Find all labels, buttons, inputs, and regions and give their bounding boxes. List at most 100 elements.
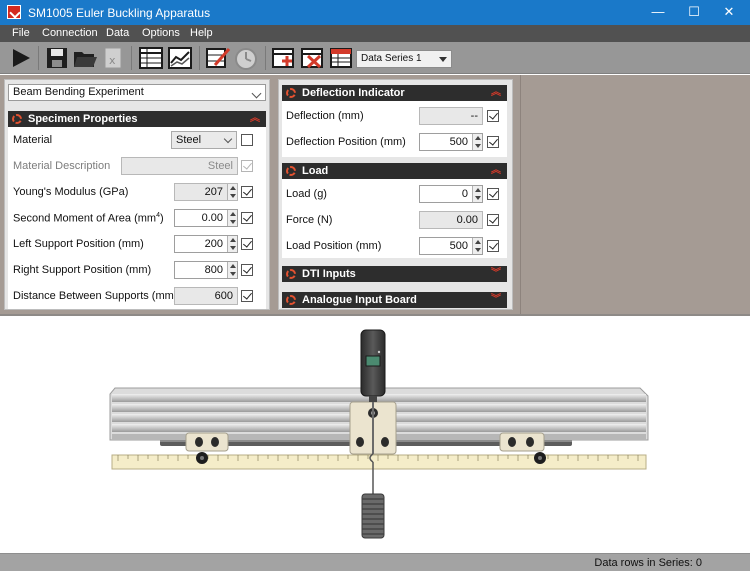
- experiment-value: Beam Bending Experiment: [13, 86, 144, 98]
- load-position-field[interactable]: 500: [419, 237, 483, 255]
- dti-inputs-header[interactable]: DTI Inputs ︾: [282, 266, 507, 282]
- deflection-label: Deflection (mm): [286, 110, 364, 122]
- left-support-checkbox[interactable]: [241, 238, 253, 250]
- youngs-modulus-value: 207: [204, 186, 223, 198]
- material-description-value: Steel: [207, 160, 233, 172]
- spin-buttons[interactable]: [472, 186, 482, 202]
- experiment-select[interactable]: Beam Bending Experiment: [8, 84, 266, 101]
- data-series-select[interactable]: Data Series 1: [356, 50, 452, 68]
- material-select[interactable]: Steel: [171, 131, 237, 149]
- toolbar-separator: [38, 46, 39, 70]
- add-row-icon[interactable]: [271, 45, 297, 71]
- menu-connection[interactable]: Connection: [42, 27, 98, 39]
- collapse-icon[interactable]: ︽: [250, 112, 260, 126]
- load-value: 0: [461, 188, 468, 200]
- title-bar: SM1005 Euler Buckling Apparatus — ☐ ✕: [0, 0, 750, 25]
- toolbar-separator: [199, 46, 200, 70]
- play-icon[interactable]: [8, 45, 34, 71]
- second-moment-checkbox[interactable]: [241, 212, 253, 224]
- main-panel-area: Beam Bending Experiment Specimen Propert…: [0, 75, 750, 314]
- collapse-icon[interactable]: ︽: [491, 164, 501, 178]
- menu-file[interactable]: File: [12, 27, 30, 39]
- chart-icon[interactable]: [167, 45, 193, 71]
- distance-label: Distance Between Supports (mm): [13, 290, 178, 302]
- second-moment-label-close: ): [159, 212, 164, 225]
- spin-buttons[interactable]: [227, 236, 237, 252]
- load-header[interactable]: Load ︽: [282, 163, 507, 179]
- force-field: 0.00: [419, 211, 483, 229]
- center-carriage: [349, 396, 397, 455]
- analogue-input-header[interactable]: Analogue Input Board ︾: [282, 292, 507, 308]
- deflection-value: --: [470, 110, 478, 122]
- export-excel-icon[interactable]: x: [100, 45, 126, 71]
- deflection-position-label: Deflection Position (mm): [286, 136, 406, 148]
- menu-options[interactable]: Options: [142, 27, 180, 39]
- middle-column: Deflection Indicator ︽ Deflection (mm) -…: [278, 79, 513, 310]
- deflection-checkbox[interactable]: [487, 110, 499, 122]
- edit-chart-icon[interactable]: [205, 45, 231, 71]
- deflection-position-value: 500: [449, 136, 468, 148]
- material-value: Steel: [176, 134, 202, 146]
- data-table-icon[interactable]: [328, 45, 354, 71]
- second-moment-value: 0.00: [201, 212, 223, 224]
- material-checkbox[interactable]: [241, 134, 253, 146]
- specimen-properties-header[interactable]: Specimen Properties ︽: [8, 111, 266, 127]
- save-icon[interactable]: [44, 45, 70, 71]
- gear-icon: [286, 295, 296, 305]
- left-support-field[interactable]: 200: [174, 235, 238, 253]
- second-moment-label-text: Second Moment of Area (mm: [13, 212, 157, 225]
- deflection-indicator-header[interactable]: Deflection Indicator ︽: [282, 85, 507, 101]
- distance-value: 600: [214, 290, 233, 302]
- toolbar: x Data Series 1: [0, 42, 750, 74]
- dti-inputs-title: DTI Inputs: [302, 268, 356, 280]
- open-folder-icon[interactable]: [72, 45, 98, 71]
- deflection-indicator-title: Deflection Indicator: [302, 87, 405, 99]
- right-support-field[interactable]: 800: [174, 261, 238, 279]
- force-value: 0.00: [456, 214, 478, 226]
- apparatus-illustration: [109, 329, 649, 539]
- deflection-gauge-icon: [360, 329, 386, 402]
- spin-buttons[interactable]: [472, 134, 482, 150]
- material-description-label: Material Description: [13, 160, 111, 172]
- menu-help[interactable]: Help: [190, 27, 213, 39]
- load-checkbox[interactable]: [487, 188, 499, 200]
- spin-buttons[interactable]: [227, 184, 237, 200]
- app-logo-icon: [7, 5, 21, 19]
- material-label: Material: [13, 134, 53, 146]
- expand-icon[interactable]: ︾: [491, 267, 501, 281]
- spin-buttons[interactable]: [227, 210, 237, 226]
- second-moment-field[interactable]: 0.00: [174, 209, 238, 227]
- spin-buttons[interactable]: [472, 238, 482, 254]
- spin-buttons[interactable]: [227, 262, 237, 278]
- delete-row-icon[interactable]: [300, 45, 326, 71]
- specimen-properties-body: Material Steel Material Description Stee…: [8, 127, 266, 309]
- load-label: Load (g): [286, 188, 327, 200]
- force-checkbox[interactable]: [487, 214, 499, 226]
- youngs-modulus-field[interactable]: 207: [174, 183, 238, 201]
- youngs-modulus-checkbox[interactable]: [241, 186, 253, 198]
- table-icon[interactable]: [138, 45, 164, 71]
- distance-field: 600: [174, 287, 238, 305]
- left-support-label: Left Support Position (mm): [13, 238, 144, 250]
- chevron-down-icon: [223, 134, 233, 144]
- window-title: SM1005 Euler Buckling Apparatus: [28, 6, 211, 20]
- load-field[interactable]: 0: [419, 185, 483, 203]
- apparatus-view: [0, 314, 750, 553]
- load-position-checkbox[interactable]: [487, 240, 499, 252]
- menu-data[interactable]: Data: [106, 27, 129, 39]
- right-support-checkbox[interactable]: [241, 264, 253, 276]
- menu-bar: File Connection Data Options Help: [0, 25, 750, 42]
- deflection-field: --: [419, 107, 483, 125]
- gear-icon: [12, 114, 22, 124]
- gear-icon: [286, 88, 296, 98]
- deflection-position-field[interactable]: 500: [419, 133, 483, 151]
- deflection-position-checkbox[interactable]: [487, 136, 499, 148]
- right-support-label: Right Support Position (mm): [13, 264, 152, 276]
- expand-icon[interactable]: ︾: [491, 293, 501, 307]
- collapse-icon[interactable]: ︽: [491, 86, 501, 100]
- distance-checkbox[interactable]: [241, 290, 253, 302]
- force-label: Force (N): [286, 214, 333, 226]
- timer-icon[interactable]: [233, 45, 259, 71]
- load-position-value: 500: [449, 240, 468, 252]
- close-button[interactable]: ✕: [706, 0, 750, 25]
